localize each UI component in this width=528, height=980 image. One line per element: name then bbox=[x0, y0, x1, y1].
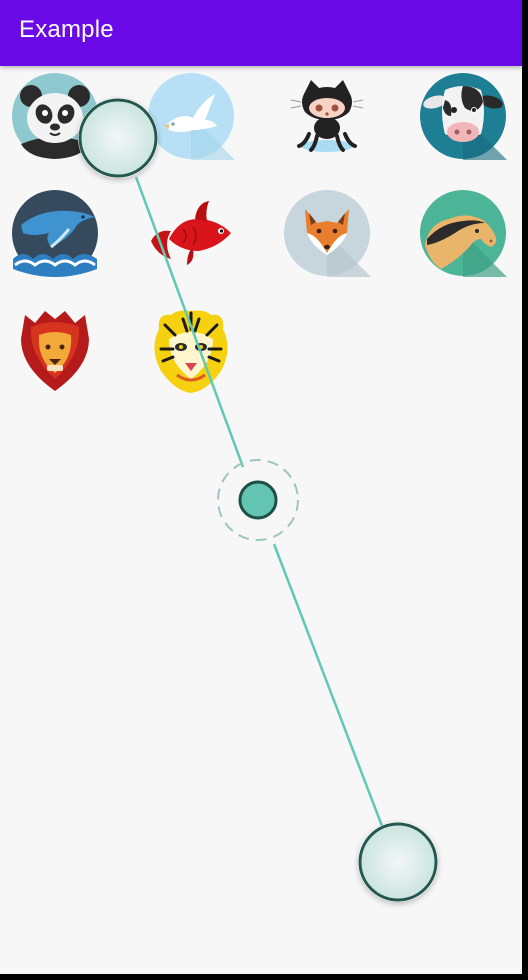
grid-item-lion[interactable] bbox=[11, 305, 99, 393]
tiger-icon bbox=[154, 310, 228, 393]
center-knob[interactable] bbox=[238, 480, 278, 520]
horse-icon bbox=[420, 190, 507, 277]
dove-icon bbox=[148, 73, 235, 160]
connection-line-lower bbox=[272, 543, 384, 827]
fox-icon bbox=[284, 190, 371, 277]
grid-item-dolphin[interactable] bbox=[11, 189, 99, 277]
grid-item-cow[interactable] bbox=[419, 72, 507, 160]
grid-item-tiger[interactable] bbox=[147, 305, 235, 393]
cow-icon bbox=[420, 73, 507, 160]
grid-item-dove[interactable] bbox=[147, 72, 235, 160]
grid-item-fox[interactable] bbox=[283, 189, 371, 277]
grid-item-horse[interactable] bbox=[419, 189, 507, 277]
dolphin-icon bbox=[12, 190, 98, 277]
octocat-icon bbox=[290, 80, 364, 152]
grid-item-goldfish[interactable] bbox=[147, 189, 235, 277]
goldfish-icon bbox=[151, 201, 231, 265]
start-drag-handle[interactable] bbox=[78, 98, 158, 178]
lion-icon bbox=[21, 311, 89, 391]
grid-item-octocat[interactable] bbox=[283, 72, 371, 160]
app-title: Example bbox=[19, 16, 114, 43]
end-drag-handle[interactable] bbox=[358, 822, 438, 902]
app-bar: Example bbox=[0, 0, 522, 66]
screen: Example bbox=[0, 0, 522, 974]
